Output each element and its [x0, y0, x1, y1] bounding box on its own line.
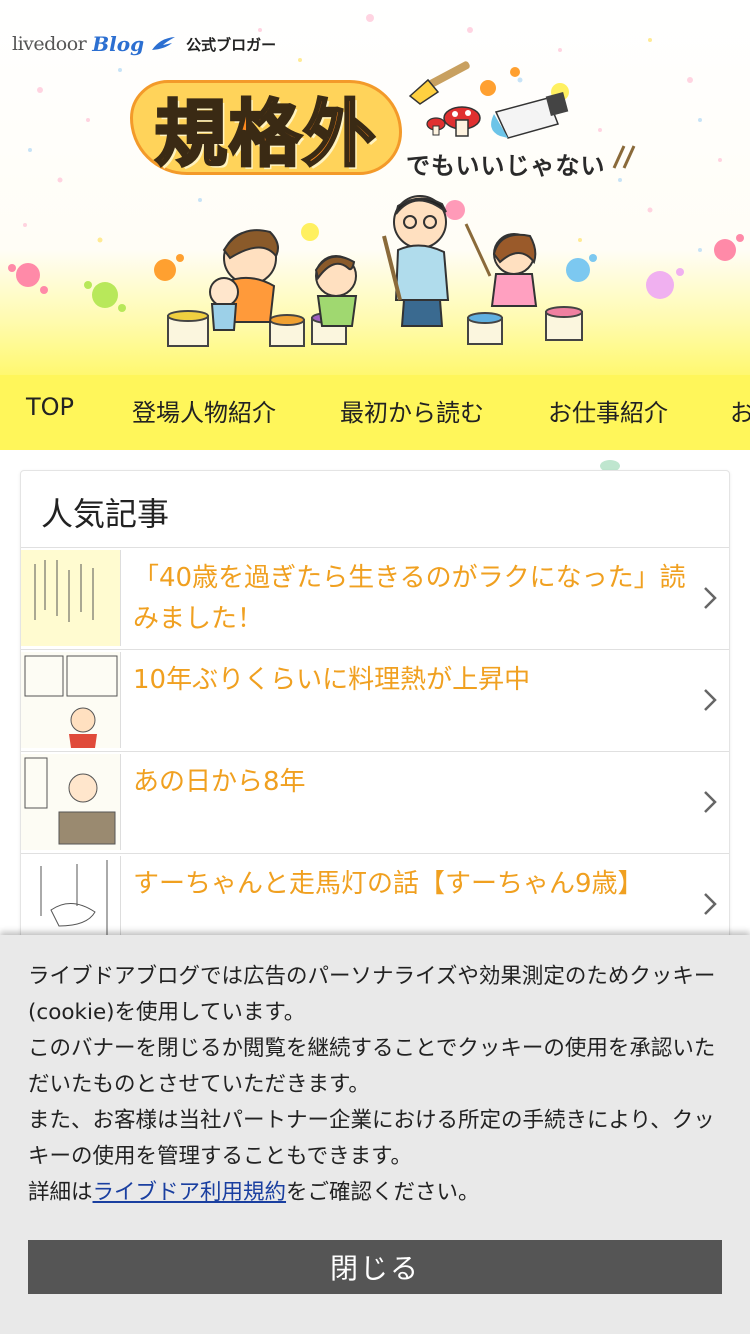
chevron-right-icon	[704, 893, 717, 915]
paint-tube-icon	[491, 92, 569, 139]
nav-item-top[interactable]: TOP	[26, 393, 74, 421]
family-illustration	[167, 195, 583, 347]
popular-articles-title: 人気記事	[41, 495, 170, 533]
mushroom-icon	[426, 106, 481, 137]
nav-item-more[interactable]: お	[730, 393, 750, 428]
cookie-detail: 詳細はライブドア利用規約をご確認ください。	[28, 1175, 728, 1211]
article-row[interactable]: あの日から8年	[21, 752, 729, 854]
global-nav: TOP 登場人物紹介 最初から読む お仕事紹介 お	[0, 375, 750, 450]
nav-item-read-from-start[interactable]: 最初から読む	[340, 393, 484, 428]
article-title: すーちゃんと走馬灯の話【すーちゃん9歳】	[133, 869, 644, 899]
close-button[interactable]: 閉じる	[28, 1240, 722, 1294]
chevron-right-icon	[704, 587, 717, 609]
cookie-text-line: ライブドアブログでは広告のパーソナライズや効果測定のためクッキー(cookie)…	[28, 964, 716, 1025]
article-thumbnail	[21, 754, 121, 850]
cookie-text-line: このバナーを閉じるか閲覧を継続することでクッキーの使用を承認いただいたものとさせ…	[28, 1036, 716, 1097]
cookie-detail-suffix: をご確認ください。	[286, 1180, 480, 1205]
article-title: あの日から8年	[133, 767, 306, 797]
nav-item-work[interactable]: お仕事紹介	[548, 393, 668, 428]
article-row[interactable]: 10年ぶりくらいに料理熱が上昇中	[21, 650, 729, 752]
cookie-banner: ライブドアブログでは広告のパーソナライズや効果測定のためクッキー(cookie)…	[0, 935, 750, 1334]
chevron-right-icon	[704, 689, 717, 711]
article-thumbnail	[21, 550, 121, 646]
chevron-right-icon	[704, 791, 717, 813]
article-title: 10年ぶりくらいに料理熱が上昇中	[133, 665, 531, 695]
cookie-text-line: また、お客様は当社パートナー企業における所定の手続きにより、クッキーの使用を管理…	[28, 1108, 715, 1169]
terms-link[interactable]: ライブドア利用規約	[93, 1180, 287, 1205]
cookie-detail-prefix: 詳細は	[28, 1180, 93, 1205]
article-row[interactable]: 「40歳を過ぎたら生きるのがラクになった」読みました！	[21, 548, 729, 650]
article-title: 「40歳を過ぎたら生きるのがラクになった」読みました！	[133, 563, 686, 634]
article-thumbnail	[21, 652, 121, 748]
nav-item-characters[interactable]: 登場人物紹介	[132, 393, 276, 428]
paintbrush-icon	[408, 61, 470, 105]
cookie-message: ライブドアブログでは広告のパーソナライズや効果測定のためクッキー(cookie)…	[28, 959, 728, 1211]
